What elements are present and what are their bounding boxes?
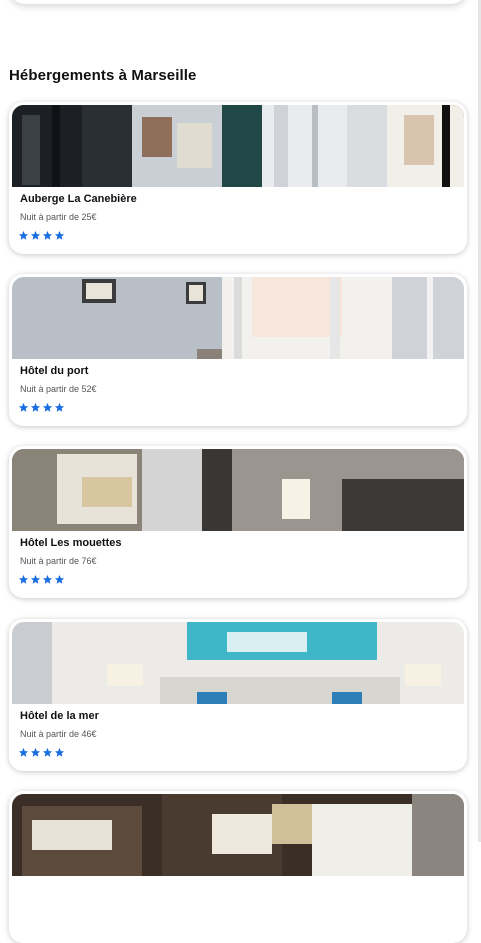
hotel-name[interactable]: Hôtel du port [20,365,88,377]
hotel-name[interactable]: Hôtel de la mer [20,710,99,722]
star-rating [18,747,65,758]
star-icon [42,230,53,240]
hotel-name[interactable]: Auberge La Canebière [20,193,137,205]
hotel-price: Nuit à partir de 76€ [20,556,97,566]
hotel-card[interactable]: Hôtel de la mer Nuit à partir de 46€ [9,619,467,771]
previous-card[interactable] [9,0,467,4]
star-rating [18,574,65,585]
hostel-room-window-photo [12,105,464,187]
star-icon [30,230,41,240]
star-icon [30,574,41,584]
section-title: Hébergements à Marseille [9,67,197,84]
star-icon [54,402,65,412]
hotel-price: Nuit à partir de 52€ [20,384,97,394]
hotel-card[interactable]: Auberge La Canebière Nuit à partir de 25… [9,102,467,254]
star-icon [18,402,29,412]
star-icon [18,230,29,240]
hotel-card[interactable]: Hôtel du port Nuit à partir de 52€ [9,274,467,426]
star-icon [42,747,53,757]
star-icon [30,402,41,412]
star-icon [54,747,65,757]
star-icon [18,747,29,757]
hotel-card[interactable] [9,791,467,943]
star-rating [18,230,65,241]
bedroom-lamp-photo [12,449,464,531]
hotel-name[interactable]: Hôtel Les mouettes [20,537,121,549]
hotel-price: Nuit à partir de 25€ [20,212,97,222]
star-icon [42,402,53,412]
bunk-beds-photo [12,794,464,876]
star-icon [18,574,29,584]
star-icon [42,574,53,584]
star-icon [54,574,65,584]
bright-room-window-photo [12,277,464,359]
star-icon [54,230,65,240]
hotel-card[interactable]: Hôtel Les mouettes Nuit à partir de 76€ [9,446,467,598]
star-icon [30,747,41,757]
hotel-price: Nuit à partir de 46€ [20,729,97,739]
bed-sea-painting-photo [12,622,464,704]
star-rating [18,402,65,413]
